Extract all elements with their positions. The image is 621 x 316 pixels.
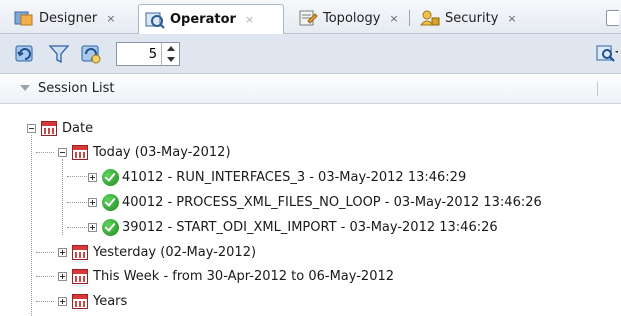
tab-security[interactable]: Security × bbox=[414, 4, 517, 32]
success-check-icon bbox=[102, 193, 119, 211]
refresh-icon[interactable] bbox=[14, 43, 36, 65]
success-check-icon bbox=[102, 168, 119, 186]
session-list-title: Session List bbox=[38, 81, 115, 96]
tree-connector bbox=[67, 176, 87, 177]
editor-tab-bar: Designer × Operator × Topology × Securit… bbox=[0, 0, 621, 34]
calendar-icon bbox=[41, 120, 57, 136]
session-row[interactable]: 40012 - PROCESS_XML_FILES_NO_LOOP - 03-M… bbox=[88, 191, 542, 213]
calendar-icon bbox=[72, 293, 88, 309]
success-check-icon bbox=[102, 218, 119, 236]
connect-icon[interactable] bbox=[80, 43, 102, 65]
tab-security-close-icon[interactable]: × bbox=[507, 12, 516, 25]
panel-resize-grip[interactable] bbox=[597, 82, 598, 96]
tree-node-this-week[interactable]: This Week - from 30-Apr-2012 to 06-May-2… bbox=[58, 265, 394, 287]
tree-connector bbox=[36, 276, 54, 277]
spinner-up-icon[interactable] bbox=[167, 46, 175, 51]
tab-operator-label: Operator bbox=[170, 12, 236, 27]
tree-node-label: Yesterday (02-May-2012) bbox=[93, 244, 257, 260]
session-label: 41012 - RUN_INTERFACES_3 - 03-May-2012 1… bbox=[122, 169, 467, 185]
calendar-icon bbox=[72, 244, 88, 260]
tab-security-label: Security bbox=[445, 10, 499, 26]
tree-node-label: Date bbox=[62, 120, 94, 136]
tree-connector bbox=[36, 152, 54, 153]
expand-icon[interactable] bbox=[58, 247, 67, 257]
session-tree: Date Today (03-May-2012) 41012 - RUN_INT… bbox=[0, 104, 621, 316]
expand-icon[interactable] bbox=[58, 271, 67, 281]
tree-connector bbox=[36, 301, 54, 302]
calendar-icon bbox=[72, 144, 88, 160]
session-list-header[interactable]: Session List bbox=[0, 74, 621, 104]
tab-designer[interactable]: Designer × bbox=[8, 4, 115, 32]
tree-connector bbox=[67, 202, 87, 203]
operator-toolbar bbox=[0, 34, 621, 74]
tree-connector bbox=[31, 135, 32, 316]
tree-connector bbox=[62, 159, 63, 235]
session-row[interactable]: 41012 - RUN_INTERFACES_3 - 03-May-2012 1… bbox=[88, 166, 466, 188]
tree-node-label: Today (03-May-2012) bbox=[93, 144, 231, 160]
search-icon[interactable] bbox=[596, 43, 618, 65]
session-count-spinner[interactable] bbox=[161, 43, 180, 65]
expand-icon[interactable] bbox=[58, 296, 67, 306]
calendar-icon bbox=[72, 268, 88, 284]
tree-connector bbox=[67, 227, 87, 228]
expand-icon[interactable] bbox=[88, 197, 97, 207]
tab-designer-label: Designer bbox=[39, 10, 98, 26]
tree-node-yesterday[interactable]: Yesterday (02-May-2012) bbox=[58, 241, 256, 263]
topology-icon bbox=[299, 10, 318, 26]
expand-icon[interactable] bbox=[88, 172, 97, 182]
tab-operator-close-icon[interactable]: × bbox=[245, 13, 254, 26]
spinner-down-icon[interactable] bbox=[167, 57, 175, 62]
tab-separator bbox=[409, 10, 410, 26]
tab-topology-close-icon[interactable]: × bbox=[389, 12, 398, 25]
collapse-icon[interactable] bbox=[27, 123, 36, 133]
collapse-triangle-icon[interactable] bbox=[20, 85, 30, 91]
tab-operator[interactable]: Operator × bbox=[138, 4, 284, 34]
expand-icon[interactable] bbox=[88, 222, 97, 232]
session-label: 39012 - START_ODI_XML_IMPORT - 03-May-20… bbox=[122, 219, 498, 235]
tree-connector bbox=[36, 252, 54, 253]
tree-node-label: This Week - from 30-Apr-2012 to 06-May-2… bbox=[93, 268, 395, 284]
tree-node-date[interactable]: Date bbox=[27, 117, 93, 139]
tab-designer-close-icon[interactable]: × bbox=[106, 12, 115, 25]
security-icon bbox=[420, 10, 440, 26]
tree-node-label: Years bbox=[93, 293, 128, 309]
collapse-icon[interactable] bbox=[58, 147, 67, 157]
tab-topology[interactable]: Topology × bbox=[292, 4, 399, 32]
session-label: 40012 - PROCESS_XML_FILES_NO_LOOP - 03-M… bbox=[122, 194, 542, 210]
filter-icon[interactable] bbox=[48, 43, 70, 65]
tab-topology-label: Topology bbox=[323, 10, 381, 26]
session-row[interactable]: 39012 - START_ODI_XML_IMPORT - 03-May-20… bbox=[88, 216, 498, 238]
tree-node-years[interactable]: Years bbox=[58, 290, 127, 312]
window-restore-button[interactable] bbox=[606, 10, 619, 26]
tree-node-today[interactable]: Today (03-May-2012) bbox=[58, 141, 231, 163]
designer-icon bbox=[14, 11, 33, 26]
operator-icon bbox=[145, 12, 165, 29]
